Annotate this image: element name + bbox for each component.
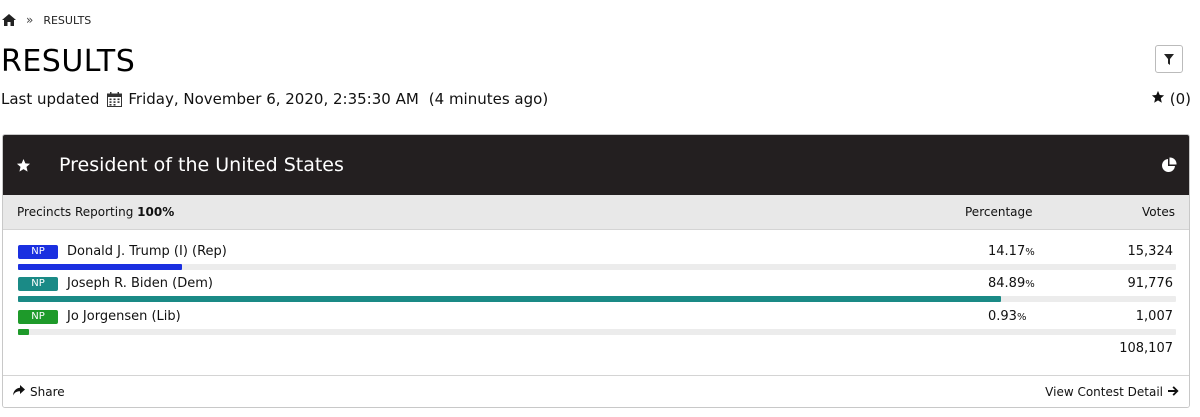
vote-bar-track [18, 329, 1176, 335]
pie-chart-icon[interactable] [1161, 157, 1177, 177]
contest-footer: Share View Contest Detail [3, 375, 1189, 407]
vote-bar-fill [18, 264, 183, 270]
share-label: Share [30, 385, 65, 399]
candidate-votes: 91,776 [1127, 276, 1174, 291]
candidate-list: NP Donald J. Trump (I) (Rep) 14.17% 15,3… [3, 230, 1189, 376]
total-votes: 108,107 [1119, 341, 1173, 356]
candidate-votes: 15,324 [1127, 244, 1174, 259]
contest-header: President of the United States [3, 135, 1189, 195]
last-updated-label: Last updated [1, 90, 100, 108]
view-contest-detail-label: View Contest Detail [1045, 385, 1163, 399]
vote-bar-fill [18, 296, 1002, 302]
candidate-name: Donald J. Trump (I) (Rep) [67, 244, 227, 259]
favorites-button[interactable]: (0) [1151, 90, 1191, 108]
last-updated: Last updated Friday, November 6, 2020, 2… [1, 90, 548, 108]
vote-bar-fill [18, 329, 29, 335]
view-contest-detail-link[interactable]: View Contest Detail [1045, 385, 1179, 399]
candidate-percentage: 14.17% [988, 244, 1035, 259]
star-icon[interactable] [3, 158, 43, 173]
precincts-reporting: Precincts Reporting 100% [17, 205, 174, 219]
candidate-name: Jo Jorgensen (Lib) [67, 309, 181, 324]
share-icon [13, 385, 25, 399]
candidate-name: Joseph R. Biden (Dem) [67, 276, 213, 291]
page-title: RESULTS [1, 44, 136, 79]
candidate-percentage: 0.93% [988, 309, 1027, 324]
results-page: » RESULTS RESULTS Last updated Friday, N… [0, 0, 1200, 417]
precincts-value: 100% [137, 205, 175, 219]
party-badge: NP [18, 277, 58, 291]
star-icon [1151, 90, 1165, 108]
candidate-row: NP Jo Jorgensen (Lib) 0.93% 1,007 [3, 308, 1189, 342]
candidate-row: NP Joseph R. Biden (Dem) 84.89% 91,776 [3, 275, 1189, 309]
arrow-right-icon [1168, 385, 1179, 399]
calendar-icon [107, 91, 123, 107]
contest-card: President of the United States Precincts… [2, 134, 1190, 408]
vote-bar-track [18, 296, 1176, 302]
breadcrumb-current: RESULTS [43, 13, 92, 27]
last-updated-relative: (4 minutes ago) [428, 90, 549, 108]
candidate-votes: 1,007 [1135, 309, 1173, 324]
candidate-row: NP Donald J. Trump (I) (Rep) 14.17% 15,3… [3, 243, 1189, 277]
breadcrumb-separator: » [26, 13, 34, 27]
vote-bar-track [18, 264, 1176, 270]
precincts-label: Precincts Reporting [17, 205, 134, 219]
favorites-count: (0) [1169, 90, 1191, 108]
filter-button[interactable] [1155, 45, 1183, 73]
party-badge: NP [18, 245, 58, 259]
percentage-column-header: Percentage [965, 205, 1033, 219]
candidate-percentage: 84.89% [988, 276, 1035, 291]
breadcrumb: » RESULTS [2, 13, 91, 27]
contest-title: President of the United States [59, 154, 344, 176]
contest-summary-row: Precincts Reporting 100% Percentage Vote… [3, 195, 1189, 230]
home-icon[interactable] [2, 14, 16, 26]
share-button[interactable]: Share [13, 385, 65, 399]
filter-icon [1164, 50, 1174, 69]
votes-column-header: Votes [1142, 205, 1175, 219]
last-updated-datetime: Friday, November 6, 2020, 2:35:30 AM [128, 90, 419, 108]
party-badge: NP [18, 310, 58, 324]
